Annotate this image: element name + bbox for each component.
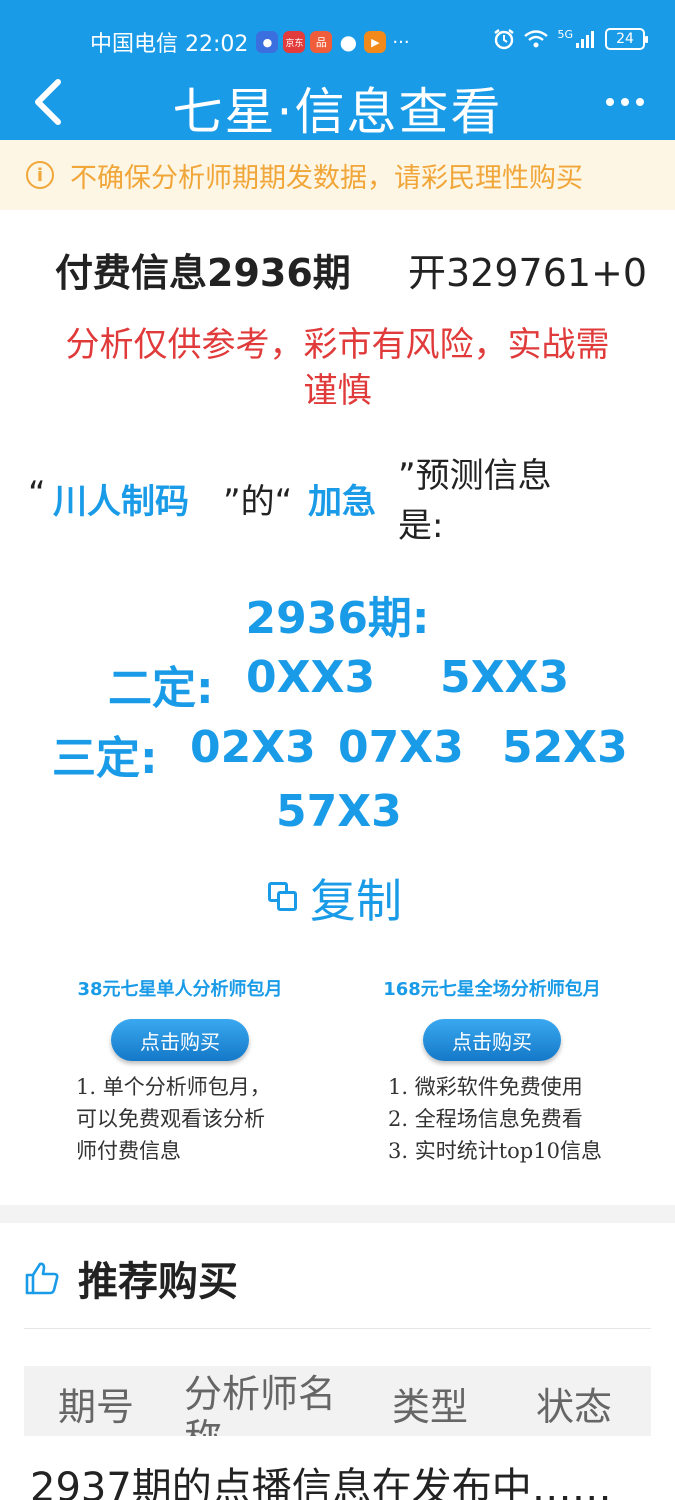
issue-result: 开329761+0: [408, 251, 648, 295]
quote-mid: ”的“: [223, 482, 293, 522]
top-bar: 中国电信 22:02 ● 京东 品 ● ▶ ··· 5G 24 七星·信息查看: [0, 0, 675, 141]
prediction-intro: “ 川人制码 ”的“ 加急 ”预测信息 是:: [28, 448, 628, 548]
battery-level: 24: [616, 31, 634, 47]
three-fixed-value: 57X3: [276, 786, 402, 837]
quote-open: “: [28, 474, 46, 514]
prediction-type: 加急: [308, 482, 376, 522]
package-title: 38元七星单人分析师包月: [77, 979, 283, 1000]
prediction-period: 2936期:: [245, 593, 430, 644]
column-header: 类型: [392, 1385, 469, 1429]
three-fixed-value: 07X3: [338, 722, 464, 773]
notification-icons: ● 京东 品 ● ▶: [256, 30, 387, 54]
carrier-time: 中国电信 22:02: [90, 32, 249, 57]
three-fixed-label: 三定:: [52, 733, 158, 784]
quote-close-label: ”预测信息: [398, 456, 552, 496]
alarm-icon: [494, 29, 515, 50]
column-header: 状态: [536, 1385, 613, 1429]
column-header: 期号: [58, 1385, 135, 1429]
video-notification-icon: ▶: [364, 31, 387, 53]
copy-button[interactable]: 复制: [268, 868, 402, 928]
copy-label: 复制: [310, 874, 402, 928]
buy-button[interactable]: 点击购买: [111, 1019, 249, 1061]
recommend-title: 推荐购买: [78, 1259, 238, 1305]
info-icon: i: [26, 161, 54, 189]
two-fixed-value: 0XX3: [246, 652, 376, 703]
more-notifications-icon: ···: [392, 31, 410, 53]
package-card-single: 38元七星单人分析师包月 点击购买 1. 单个分析师包月， 可以免费观看该分析 …: [30, 975, 330, 1167]
package-line: 可以免费观看该分析: [76, 1107, 265, 1131]
more-options-button[interactable]: [597, 80, 653, 124]
network-type: 5G: [557, 27, 573, 41]
notice-text: 不确保分析师期期发数据，请彩民理性购买: [70, 162, 583, 194]
section-divider: [0, 1205, 675, 1223]
package-line: 1. 单个分析师包月，: [76, 1075, 271, 1099]
jd-notification-icon: 京东: [283, 31, 306, 53]
table-header: 期号 分析师名称 类型 状态: [24, 1366, 651, 1436]
package-title: 168元七星全场分析师包月: [383, 979, 601, 1000]
copy-icon: [268, 882, 300, 914]
status-left: 中国电信 22:02 ● 京东 品 ● ▶ ···: [90, 26, 410, 58]
package-description: 1. 单个分析师包月， 可以免费观看该分析 师付费信息: [30, 1071, 330, 1167]
package-line: 2. 全程场信息免费看: [388, 1107, 583, 1131]
three-fixed-value: 52X3: [502, 722, 628, 773]
thumbs-up-icon: [25, 1262, 59, 1295]
header: 七星·信息查看: [0, 66, 675, 141]
package-line: 1. 微彩软件免费使用: [388, 1075, 583, 1099]
three-fixed-value: 02X3: [190, 722, 316, 773]
is-label: 是:: [398, 506, 444, 546]
battery-icon: 24: [605, 28, 648, 50]
buy-button[interactable]: 点击购买: [423, 1019, 561, 1061]
publishing-status: 2937期的点播信息在发布中……: [30, 1465, 612, 1500]
issue-title: 付费信息2936期: [55, 251, 351, 295]
app-notification-icon: ●: [256, 31, 279, 53]
status-bar: 中国电信 22:02 ● 京东 品 ● ▶ ··· 5G 24: [0, 22, 675, 62]
risk-warning: 分析仅供参考，彩市有风险，实战需谨慎: [65, 325, 610, 411]
divider: [24, 1328, 651, 1329]
signal-icon: [576, 31, 594, 48]
notice-bar: i 不确保分析师期期发数据，请彩民理性购买: [0, 140, 675, 210]
status-right: 5G 24: [493, 27, 648, 50]
page-title: 七星·信息查看: [172, 83, 503, 141]
message-notification-icon: ●: [339, 30, 358, 54]
column-header: 分析师名称: [184, 1372, 337, 1436]
dot: [636, 98, 644, 106]
package-description: 1. 微彩软件免费使用 2. 全程场信息免费看 3. 实时统计top10信息: [342, 1071, 642, 1167]
pin-notification-icon: 品: [310, 31, 333, 53]
package-line: 3. 实时统计top10信息: [388, 1139, 602, 1163]
dot: [606, 98, 614, 106]
package-card-all: 168元七星全场分析师包月 点击购买 1. 微彩软件免费使用 2. 全程场信息免…: [342, 975, 642, 1167]
two-fixed-value: 5XX3: [440, 652, 570, 703]
wifi-icon: [524, 30, 549, 48]
recommend-header: 推荐购买: [24, 1250, 238, 1306]
two-fixed-label: 二定:: [108, 663, 214, 714]
dot: [621, 98, 629, 106]
analyst-name: 川人制码: [53, 482, 189, 522]
package-line: 师付费信息: [76, 1139, 181, 1163]
issue-row: 付费信息2936期 开329761+0: [0, 240, 675, 300]
